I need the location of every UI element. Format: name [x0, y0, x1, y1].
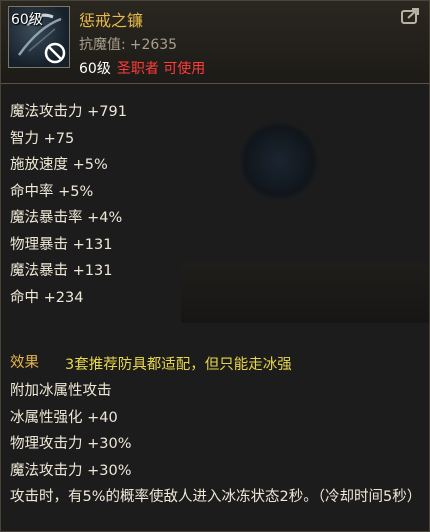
- effect-line: 魔法攻击力 +30%: [10, 462, 132, 479]
- effect-line: 附加冰属性攻击: [10, 383, 112, 399]
- resist-label: 抗魔值:: [79, 37, 126, 53]
- stat-line: 智力 +75: [10, 130, 75, 147]
- effect-note: 3套推荐防具都适配，但只能走冰强: [65, 357, 292, 373]
- resist-row: 抗魔值: +2635: [79, 34, 177, 54]
- level-badge: 60级: [11, 12, 43, 28]
- requirement-row: 60级 圣职者 可使用: [79, 58, 205, 78]
- stat-line: 施放速度 +5%: [10, 157, 108, 173]
- forbidden-icon: [44, 42, 66, 64]
- background-decoration: [181, 263, 429, 323]
- resist-value: +2635: [129, 37, 178, 53]
- effect-list: 附加冰属性攻击 冰属性强化 +40 物理攻击力 +30% 魔法攻击力 +30% …: [10, 378, 422, 511]
- share-icon[interactable]: [401, 7, 421, 25]
- item-name: 惩戒之镰: [79, 11, 144, 30]
- stat-line: 命中率 +5%: [10, 183, 94, 200]
- background-emblem: [239, 121, 319, 201]
- effect-line: 冰属性强化 +40: [10, 409, 118, 426]
- stat-line: 物理暴击 +131: [10, 236, 113, 253]
- stat-line: 魔法攻击力 +791: [10, 104, 127, 120]
- effect-line: 物理攻击力 +30%: [10, 436, 132, 452]
- item-icon: 60级: [8, 6, 70, 68]
- required-level: 60级: [79, 61, 111, 77]
- item-tooltip: 60级 惩戒之镰 抗魔值: +2635 60级 圣职者 可使用 魔法攻击力 +791…: [0, 0, 430, 532]
- stat-line: 魔法暴击 +131: [10, 263, 113, 279]
- required-class: 圣职者 可使用: [116, 61, 206, 77]
- effect-title: 效果: [10, 355, 39, 371]
- tooltip-header: 60级 惩戒之镰 抗魔值: +2635 60级 圣职者 可使用: [1, 1, 429, 84]
- stats-list: 魔法攻击力 +791 智力 +75 施放速度 +5% 命中率 +5% 魔法暴击率…: [10, 99, 127, 311]
- stat-line: 命中 +234: [10, 289, 84, 306]
- stat-line: 魔法暴击率 +4%: [10, 210, 123, 226]
- effect-line: 攻击时，有5%的概率使敌人进入冰冻状态2秒。（冷却时间5秒）: [10, 489, 422, 505]
